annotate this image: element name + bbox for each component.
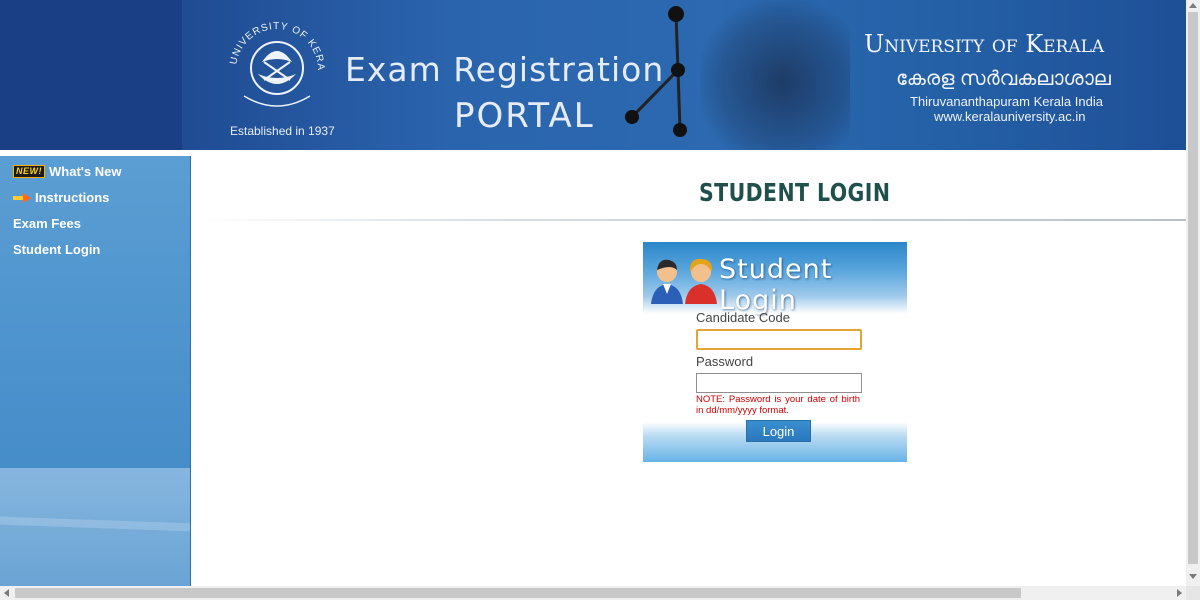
vertical-scrollbar[interactable] bbox=[1186, 0, 1200, 586]
sidebar-item-label: What's New bbox=[49, 164, 122, 179]
scroll-up-icon[interactable] bbox=[1189, 3, 1197, 8]
sidebar: NEW! What's New Instructions Exam Fees S… bbox=[0, 156, 191, 586]
portal-title-line2: PORTAL bbox=[454, 96, 595, 136]
password-label: Password bbox=[696, 354, 754, 369]
horizontal-scrollbar[interactable] bbox=[0, 586, 1186, 600]
banner-left-band bbox=[0, 0, 182, 150]
page-title: STUDENT LOGIN bbox=[699, 178, 891, 207]
sidebar-item-exam-fees[interactable]: Exam Fees bbox=[13, 216, 81, 231]
sidebar-item-student-login[interactable]: Student Login bbox=[13, 242, 100, 257]
login-panel: Student Login Candidate Code Password NO… bbox=[643, 242, 907, 462]
title-divider bbox=[191, 219, 1186, 221]
scrollbar-corner bbox=[1186, 586, 1200, 600]
scroll-left-icon[interactable] bbox=[4, 589, 9, 597]
sidebar-item-instructions[interactable]: Instructions bbox=[13, 190, 109, 205]
login-panel-title: Student Login bbox=[719, 254, 833, 316]
password-note: NOTE: Password is your date of birth in … bbox=[696, 394, 860, 416]
password-input[interactable] bbox=[696, 373, 862, 393]
users-icon bbox=[651, 258, 717, 304]
portrait-figure bbox=[700, 0, 850, 150]
login-button[interactable]: Login bbox=[746, 420, 811, 442]
university-name: University of Kerala bbox=[864, 30, 1105, 58]
header-banner: UNIVERSITY OF KERALA Established in 1937… bbox=[0, 0, 1186, 150]
arrow-icon bbox=[13, 192, 31, 203]
horizontal-scroll-thumb[interactable] bbox=[15, 588, 1021, 598]
vertical-scroll-thumb[interactable] bbox=[1188, 12, 1198, 564]
login-panel-header: Student Login bbox=[643, 242, 907, 316]
university-location: Thiruvananthapuram Kerala India bbox=[910, 94, 1103, 109]
svg-text:UNIVERSITY OF KERALA: UNIVERSITY OF KERALA bbox=[222, 10, 326, 71]
sidebar-item-label: Exam Fees bbox=[13, 216, 81, 231]
candidate-code-input[interactable] bbox=[696, 329, 862, 350]
established-text: Established in 1937 bbox=[230, 124, 335, 138]
sidebar-item-whats-new[interactable]: NEW! What's New bbox=[13, 164, 121, 179]
university-website: www.keralauniversity.ac.in bbox=[934, 109, 1086, 124]
sidebar-item-label: Instructions bbox=[35, 190, 110, 205]
university-seal-icon: UNIVERSITY OF KERALA bbox=[222, 10, 326, 107]
main-content: STUDENT LOGIN Student Login Candidate Co… bbox=[191, 156, 1186, 586]
portal-title-line1: Exam Registration bbox=[345, 50, 665, 89]
candidate-code-label: Candidate Code bbox=[696, 310, 790, 325]
university-name-malayalam: കേരള സർവകലാശാല bbox=[896, 68, 1111, 90]
sidebar-item-label: Student Login bbox=[13, 242, 101, 257]
scroll-right-icon[interactable] bbox=[1177, 589, 1182, 597]
new-badge-icon: NEW! bbox=[13, 165, 45, 178]
scroll-down-icon[interactable] bbox=[1189, 574, 1197, 579]
